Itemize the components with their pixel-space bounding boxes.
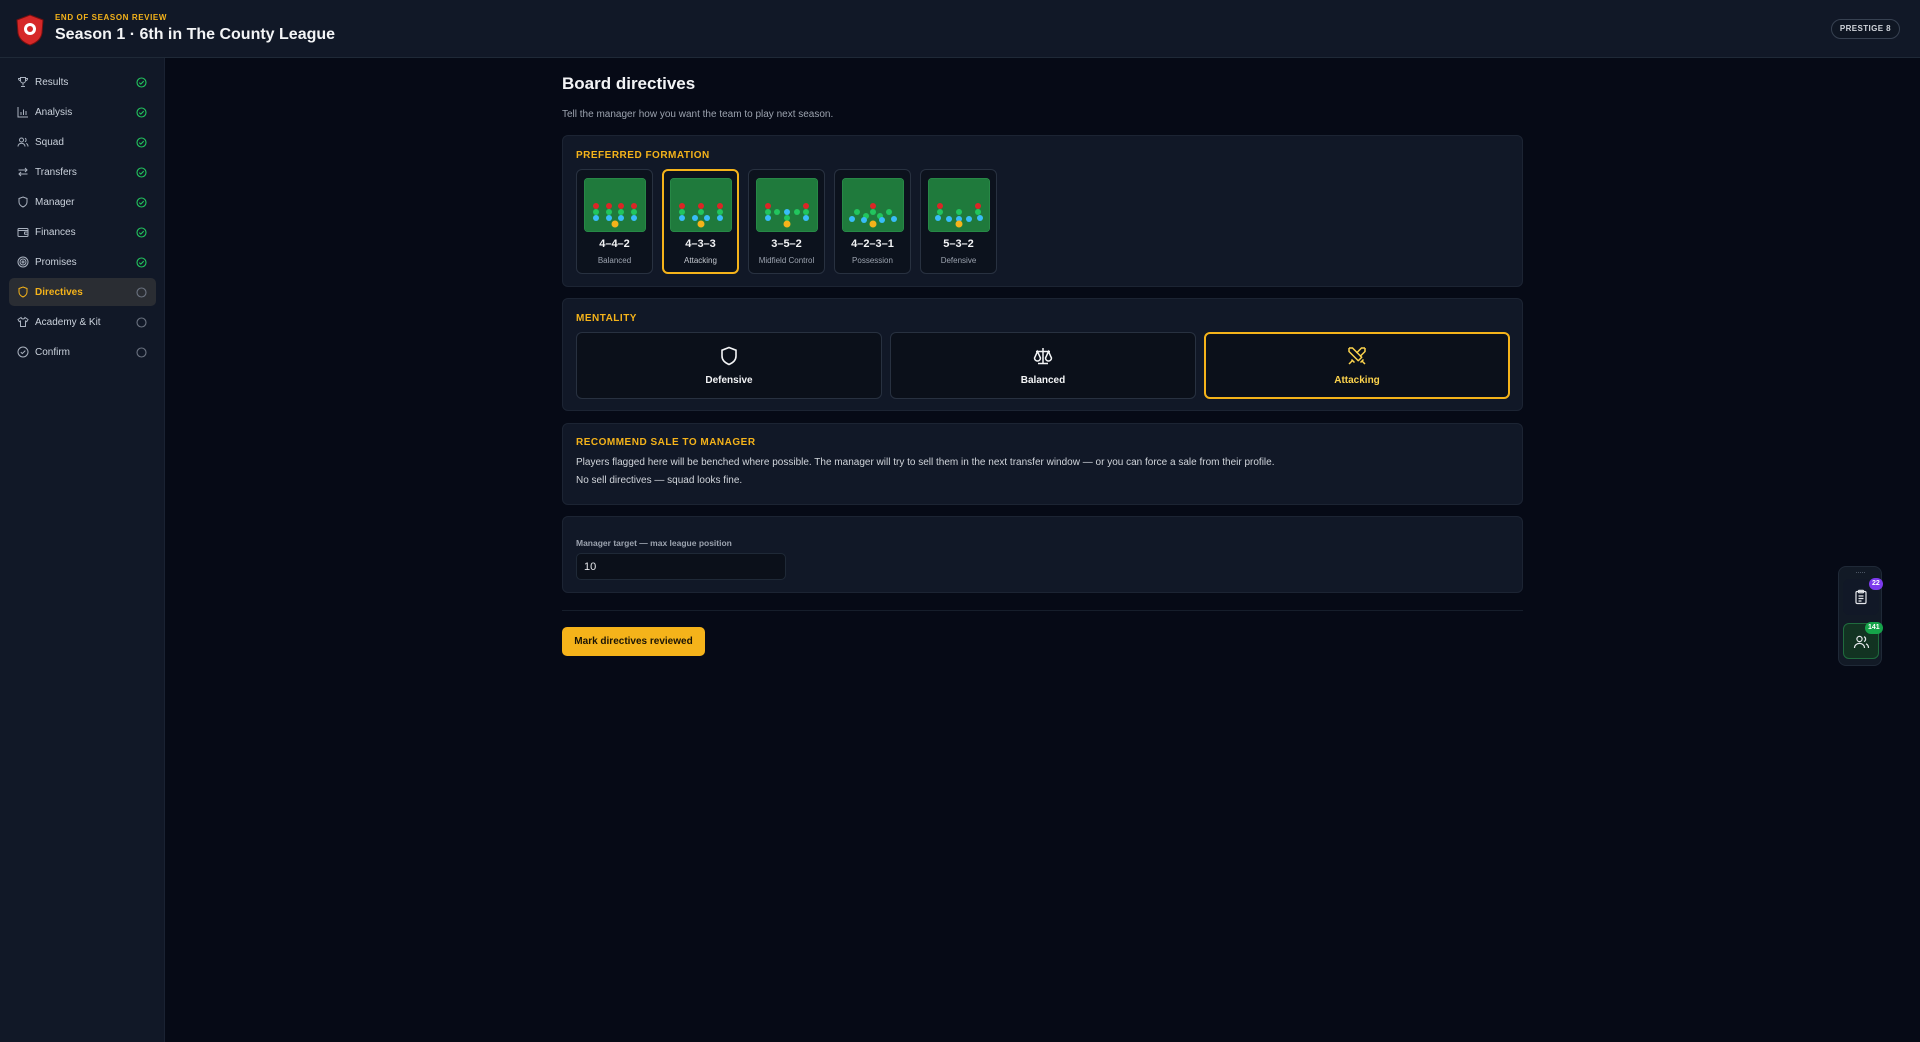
bar-chart-icon bbox=[17, 107, 28, 118]
tasks-button[interactable]: 22 bbox=[1843, 578, 1883, 615]
mentality-option-defensive[interactable]: Defensive bbox=[576, 332, 882, 399]
mentality-option-attacking[interactable]: Attacking bbox=[1204, 332, 1510, 399]
mentality-label: Attacking bbox=[1334, 375, 1380, 386]
mentality-section-label: MENTALITY bbox=[576, 313, 637, 324]
mentality-label: Balanced bbox=[1020, 375, 1066, 386]
check-circle-icon bbox=[136, 76, 147, 88]
crossed-swords-icon bbox=[1348, 347, 1366, 365]
page-description: Tell the manager how you want the team t… bbox=[562, 109, 834, 120]
sidebar-item-academy-kit[interactable]: Academy & Kit bbox=[9, 308, 156, 336]
people-count-badge: 141 bbox=[1865, 622, 1883, 634]
clipboard-icon bbox=[1855, 589, 1867, 605]
sale-explanation: Players flagged here will be benched whe… bbox=[576, 457, 1275, 468]
tasks-count-badge: 22 bbox=[1869, 578, 1883, 590]
floating-dock: 22 141 bbox=[1838, 566, 1883, 666]
formation-option-3-5-2[interactable]: 3–5–2 Midfield Control bbox=[748, 169, 825, 274]
check-circle-icon bbox=[136, 166, 147, 178]
sale-section-label: RECOMMEND SALE TO MANAGER bbox=[576, 437, 756, 448]
formation-name: 5–3–2 bbox=[943, 238, 974, 250]
formation-style: Defensive bbox=[940, 256, 977, 265]
check-circle-icon bbox=[136, 256, 147, 268]
max-league-position-input[interactable] bbox=[576, 553, 786, 580]
pending-circle-icon bbox=[136, 346, 147, 358]
formation-option-4-4-2[interactable]: 4–4–2 Balanced bbox=[576, 169, 653, 274]
formation-name: 4–3–3 bbox=[685, 238, 716, 250]
shield-icon bbox=[721, 346, 737, 366]
check-circle-icon bbox=[17, 346, 29, 358]
formation-option-4-3-3[interactable]: 4–3–3 Attacking bbox=[662, 169, 739, 274]
formation-style: Possession bbox=[852, 256, 893, 265]
sidebar-item-finances[interactable]: Finances bbox=[9, 218, 156, 246]
shield-icon bbox=[18, 286, 28, 298]
formation-option-5-3-2[interactable]: 5–3–2 Defensive bbox=[920, 169, 997, 274]
formation-style: Attacking bbox=[684, 256, 717, 265]
sale-empty-state: No sell directives — squad looks fine. bbox=[576, 475, 743, 486]
sidebar-item-label: Squad bbox=[35, 136, 64, 148]
sidebar-item-directives[interactable]: Directives bbox=[9, 278, 156, 306]
mentality-card: MENTALITY Defensive Balanced Attacking bbox=[562, 298, 1523, 411]
sidebar: Results Analysis Squad Transfers Manager bbox=[0, 58, 165, 1042]
sidebar-item-analysis[interactable]: Analysis bbox=[9, 98, 156, 126]
page-title: Board directives bbox=[562, 74, 696, 93]
formation-name: 4–4–2 bbox=[599, 238, 630, 250]
check-circle-icon bbox=[136, 226, 147, 238]
check-circle-icon bbox=[136, 136, 147, 148]
pending-circle-icon bbox=[136, 316, 147, 328]
formation-pitch-diagram bbox=[842, 178, 904, 232]
formation-name: 3–5–2 bbox=[771, 238, 802, 250]
sidebar-item-results[interactable]: Results bbox=[9, 68, 156, 96]
formation-style: Balanced bbox=[597, 256, 632, 265]
trophy-icon bbox=[18, 77, 28, 87]
sidebar-item-promises[interactable]: Promises bbox=[9, 248, 156, 276]
drag-handle[interactable] bbox=[1856, 572, 1865, 574]
sidebar-item-manager[interactable]: Manager bbox=[9, 188, 156, 216]
check-circle-icon bbox=[136, 196, 147, 208]
page-header-title: Season 1 · 6th in The County League bbox=[55, 26, 336, 43]
formation-pitch-diagram bbox=[756, 178, 818, 232]
club-crest-icon bbox=[16, 14, 44, 46]
check-circle-icon bbox=[136, 106, 147, 118]
manager-target-card: Manager target — max league position bbox=[562, 516, 1523, 593]
prestige-badge: PRESTIGE 8 bbox=[1830, 19, 1900, 39]
formation-pitch-diagram bbox=[928, 178, 990, 232]
header-subtitle: END OF SEASON REVIEW bbox=[55, 13, 168, 22]
sale-recommendation-card: RECOMMEND SALE TO MANAGER Players flagge… bbox=[562, 423, 1523, 505]
target-field-label: Manager target — max league position bbox=[576, 538, 732, 548]
divider bbox=[562, 610, 1523, 611]
sidebar-item-label: Analysis bbox=[35, 106, 73, 118]
formation-name: 4–2–3–1 bbox=[851, 238, 894, 250]
formation-section-label: PREFERRED FORMATION bbox=[576, 150, 710, 161]
sidebar-item-label: Manager bbox=[35, 196, 75, 208]
sidebar-item-label: Academy & Kit bbox=[35, 316, 101, 328]
app-header: END OF SEASON REVIEW Season 1 · 6th in T… bbox=[0, 0, 1920, 58]
shirt-icon bbox=[17, 316, 29, 327]
sidebar-item-label: Directives bbox=[35, 286, 83, 298]
formation-pitch-diagram bbox=[584, 178, 646, 232]
sidebar-item-label: Transfers bbox=[35, 166, 77, 178]
target-icon bbox=[17, 256, 29, 268]
people-button[interactable]: 141 bbox=[1843, 622, 1883, 659]
formation-style: Midfield Control bbox=[758, 256, 815, 265]
shield-icon bbox=[18, 196, 28, 208]
sidebar-item-transfers[interactable]: Transfers bbox=[9, 158, 156, 186]
formation-option-4-2-3-1[interactable]: 4–2–3–1 Possession bbox=[834, 169, 911, 274]
mentality-label: Defensive bbox=[705, 375, 753, 386]
sidebar-item-squad[interactable]: Squad bbox=[9, 128, 156, 156]
formation-pitch-diagram bbox=[670, 178, 732, 232]
scales-icon bbox=[1033, 348, 1053, 365]
formation-card: PREFERRED FORMATION 4–4–2 Balanced 4–3–3… bbox=[562, 135, 1523, 287]
sidebar-item-label: Confirm bbox=[35, 346, 71, 358]
users-icon bbox=[17, 137, 29, 147]
wallet-icon bbox=[17, 228, 29, 237]
sidebar-item-label: Finances bbox=[35, 226, 76, 238]
users-icon bbox=[1853, 635, 1870, 649]
sidebar-item-label: Promises bbox=[35, 256, 77, 268]
mentality-option-balanced[interactable]: Balanced bbox=[890, 332, 1196, 399]
mark-directives-reviewed-button[interactable]: Mark directives reviewed bbox=[562, 627, 705, 656]
pending-circle-icon bbox=[136, 286, 147, 298]
sidebar-item-label: Results bbox=[35, 76, 69, 88]
sidebar-item-confirm[interactable]: Confirm bbox=[9, 338, 156, 366]
transfer-arrows-icon bbox=[18, 167, 28, 177]
